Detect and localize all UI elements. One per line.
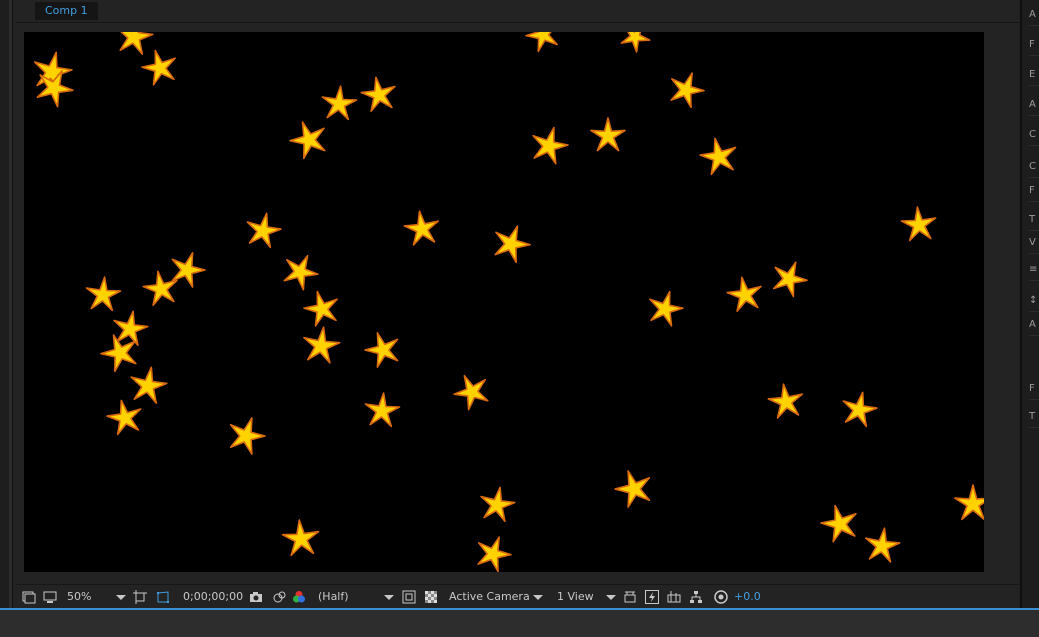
star-shape	[364, 332, 399, 368]
right-side-panel: A F E A C C F T V ≡ ↕ A F T	[1020, 0, 1039, 608]
right-panel-row[interactable]: C	[1029, 156, 1039, 178]
exposure-value[interactable]: +0.0	[734, 585, 761, 609]
star-shape	[772, 261, 808, 298]
star-shape	[303, 290, 338, 327]
composition-panel: Comp 1 50% 0;00;00;00 (Half) Active Came…	[16, 0, 1020, 608]
right-panel-row[interactable]: F	[1029, 180, 1039, 202]
star-shape	[246, 212, 282, 249]
star-shape	[767, 383, 803, 419]
right-panel-row[interactable]: A	[1029, 4, 1039, 26]
star-shape	[171, 252, 206, 288]
star-shape	[119, 32, 154, 55]
timecode-display[interactable]: 0;00;00;00	[183, 585, 243, 609]
right-panel-row[interactable]: A	[1029, 94, 1039, 116]
monitor-icon[interactable]	[43, 590, 57, 604]
viewer-toolbar: 50% 0;00;00;00 (Half) Active Camera 1 Vi…	[16, 584, 1020, 608]
left-panel-strip	[0, 0, 13, 608]
right-panel-row[interactable]: T	[1029, 209, 1039, 231]
left-panel-edge[interactable]	[9, 0, 12, 608]
right-panel-row[interactable]: C	[1029, 124, 1039, 146]
camera-dropdown-icon[interactable]	[533, 595, 543, 600]
star-shape	[525, 32, 558, 53]
active-camera-select[interactable]: Active Camera	[449, 585, 530, 609]
star-shape	[289, 121, 326, 160]
right-panel-row[interactable]: E	[1029, 64, 1039, 86]
star-shape	[954, 484, 984, 521]
composition-tab-bar: Comp 1	[16, 0, 1020, 23]
star-shape	[532, 126, 569, 165]
timeline-panel-icon[interactable]	[667, 590, 681, 604]
star-shape	[364, 392, 401, 428]
star-shape	[614, 470, 651, 508]
star-shape	[403, 210, 439, 246]
star-shape	[229, 417, 266, 455]
star-shape	[820, 504, 857, 543]
right-panel-row[interactable]: V	[1029, 232, 1039, 254]
star-shape	[321, 85, 358, 121]
tab-comp-1[interactable]: Comp 1	[35, 2, 98, 20]
resolution-dropdown-icon[interactable]	[384, 595, 394, 600]
bottom-panel-divider	[0, 608, 1039, 637]
star-shape	[649, 290, 684, 327]
view-layout-dropdown-icon[interactable]	[606, 595, 616, 600]
star-shape	[620, 32, 651, 53]
reset-exposure-icon[interactable]	[714, 590, 728, 604]
star-shape	[590, 117, 626, 152]
star-shape	[480, 486, 516, 522]
star-shape	[303, 326, 341, 364]
right-panel-row[interactable]: ↕	[1029, 290, 1039, 312]
right-panel-row[interactable]: F	[1029, 34, 1039, 56]
star-shape	[141, 49, 176, 86]
snapshot-camera-icon[interactable]	[249, 590, 263, 604]
mask-path-visibility-icon[interactable]	[156, 590, 170, 604]
show-snapshot-icon[interactable]	[272, 590, 286, 604]
star-shape	[699, 137, 737, 176]
resolution-value[interactable]: (Half)	[318, 585, 349, 609]
star-shape	[670, 72, 705, 109]
star-shape	[453, 374, 489, 411]
star-shape	[85, 276, 122, 312]
right-panel-row[interactable]: ≡	[1029, 259, 1039, 281]
star-shape	[477, 536, 512, 572]
region-of-interest-icon[interactable]	[133, 590, 147, 604]
fast-previews-icon[interactable]	[645, 590, 659, 604]
toggle-pixel-aspect-icon[interactable]	[623, 590, 637, 604]
star-shape	[281, 519, 320, 557]
right-panel-row[interactable]: A	[1029, 314, 1039, 336]
star-shape	[842, 391, 878, 428]
star-shape	[142, 270, 178, 306]
view-layout-select[interactable]: 1 View	[557, 585, 594, 609]
magnification-value[interactable]: 50%	[67, 585, 91, 609]
channel-rgb-icon[interactable]	[292, 590, 306, 604]
transparency-grid-icon[interactable]	[424, 590, 438, 604]
composition-viewer[interactable]	[24, 32, 984, 572]
flowchart-icon[interactable]	[689, 590, 703, 604]
star-shape	[106, 399, 142, 436]
star-shape	[726, 276, 762, 312]
star-canvas	[33, 32, 984, 572]
star-shape	[900, 206, 937, 242]
right-panel-row[interactable]: F	[1029, 378, 1039, 400]
star-shape	[130, 366, 168, 404]
star-shape	[360, 76, 396, 112]
right-panel-row[interactable]: T	[1029, 406, 1039, 428]
star-shape	[283, 254, 319, 291]
star-shape	[865, 527, 901, 563]
magnification-dropdown-icon[interactable]	[116, 595, 126, 600]
star-shape	[113, 310, 149, 346]
fast-preview-region-icon[interactable]	[402, 590, 416, 604]
always-preview-icon[interactable]	[22, 590, 36, 604]
star-shape	[494, 225, 531, 264]
